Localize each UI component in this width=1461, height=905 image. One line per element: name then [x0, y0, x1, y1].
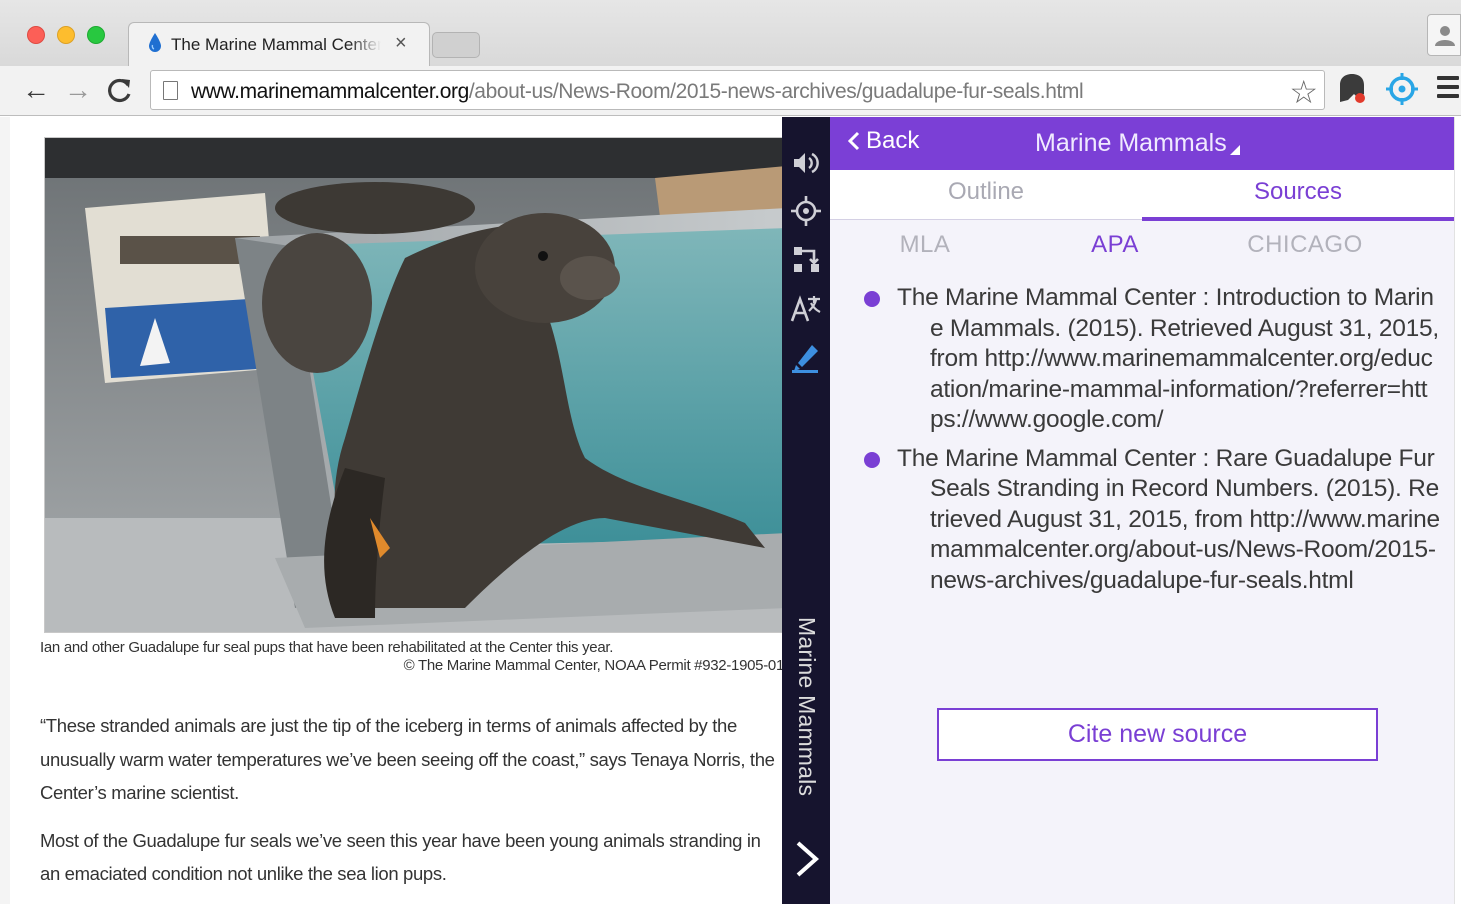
bookmark-star-icon[interactable]: ☆	[1289, 73, 1318, 111]
speaker-icon[interactable]	[790, 147, 822, 179]
project-title: Marine Mammals	[1035, 129, 1227, 157]
source-citation-text: The Marine Mammal Center : Introduction …	[897, 284, 1439, 433]
style-chicago[interactable]: CHICAGO	[1210, 231, 1400, 259]
address-bar[interactable]: www.marinemammalcenter.org/about-us/News…	[150, 70, 1325, 110]
caption-credit: © The Marine Mammal Center, NOAA Permit …	[403, 657, 785, 674]
rail-title-text: Marine Mammals	[794, 617, 820, 797]
panel-edge	[1454, 117, 1461, 904]
url-path: /about-us/News-Room/2015-news-archives/g…	[468, 80, 1084, 103]
hamburger-menu-icon[interactable]	[1437, 76, 1459, 102]
style-mla[interactable]: MLA	[830, 231, 1020, 259]
cite-new-source-button[interactable]: Cite new source	[937, 708, 1378, 761]
photo-caption: Ian and other Guadalupe fur seal pups th…	[40, 639, 784, 675]
web-page-content: Ian and other Guadalupe fur seal pups th…	[0, 117, 786, 905]
source-citation[interactable]: The Marine Mammal Center : Rare Guadalup…	[860, 444, 1440, 597]
forward-arrow-icon[interactable]: →	[62, 74, 94, 106]
window-zoom-button[interactable]	[87, 26, 105, 44]
reload-icon[interactable]	[104, 74, 136, 106]
style-apa[interactable]: APA	[1020, 231, 1210, 259]
back-label: Back	[866, 127, 920, 154]
bullet-icon	[864, 291, 880, 307]
panel-header: Back Marine Mammals	[830, 117, 1454, 170]
dropdown-caret-icon[interactable]	[1230, 145, 1240, 155]
tab-outline[interactable]: Outline	[830, 178, 1142, 206]
tab-title: The Marine Mammal Center	[171, 35, 381, 54]
browser-tab-bar: The Marine Mammal Center ×	[0, 0, 1461, 66]
url-text[interactable]: www.marinemammalcenter.org/about-us/News…	[191, 80, 1084, 104]
article-body: “These stranded animals are just the tip…	[40, 709, 780, 905]
water-drop-icon	[149, 33, 161, 52]
back-button[interactable]: Back	[848, 127, 919, 155]
rail-title: Marine Mammals	[790, 617, 822, 817]
fur-seal-image	[45, 138, 785, 632]
reload-glyph	[108, 78, 131, 103]
window-minimize-button[interactable]	[57, 26, 75, 44]
crosshair-extension-icon[interactable]	[1386, 72, 1418, 106]
tab-close-icon[interactable]: ×	[395, 32, 407, 55]
chevron-right-icon[interactable]	[788, 837, 824, 881]
profile-button[interactable]	[1427, 14, 1461, 56]
chevron-left-icon	[848, 131, 860, 151]
window-close-button[interactable]	[27, 26, 45, 44]
route-icon[interactable]	[790, 243, 822, 275]
ghost-extension-icon[interactable]	[1336, 72, 1368, 106]
source-citation[interactable]: The Marine Mammal Center : Introduction …	[860, 283, 1440, 436]
caption-text: Ian and other Guadalupe fur seal pups th…	[40, 639, 614, 656]
article-paragraph: “These stranded animals are just the tip…	[40, 715, 775, 803]
bullet-icon	[864, 451, 880, 468]
browser-toolbar: ← → www.marinemammalcenter.org/about-us/…	[0, 66, 1461, 116]
translate-icon[interactable]	[790, 293, 822, 325]
crosshair-icon[interactable]	[790, 195, 822, 227]
back-arrow-icon[interactable]: ←	[20, 74, 52, 106]
source-citation-text: The Marine Mammal Center : Rare Guadalup…	[897, 444, 1440, 594]
source-list: The Marine Mammal Center : Introduction …	[860, 283, 1440, 604]
page-icon	[163, 81, 178, 100]
citation-style-selector: MLA APA CHICAGO	[830, 221, 1454, 271]
article-paragraph: Most of the Guadalupe fur seals we’ve se…	[40, 829, 761, 885]
tab-sources[interactable]: Sources	[1142, 178, 1454, 206]
url-host: www.marinemammalcenter.org	[191, 80, 469, 103]
new-tab-button[interactable]	[432, 32, 480, 58]
browser-tab-active[interactable]: The Marine Mammal Center ×	[128, 22, 430, 66]
person-icon	[1435, 26, 1455, 46]
highlighter-icon[interactable]	[790, 341, 822, 373]
panel-tabs: Outline Sources	[830, 170, 1454, 221]
citation-panel: Back Marine Mammals Outline Sources MLA …	[830, 117, 1461, 904]
fur-seal-photo	[44, 137, 786, 633]
extension-sidebar-rail: Marine Mammals	[782, 117, 830, 904]
project-title-dropdown[interactable]: Marine Mammals	[1035, 129, 1227, 158]
